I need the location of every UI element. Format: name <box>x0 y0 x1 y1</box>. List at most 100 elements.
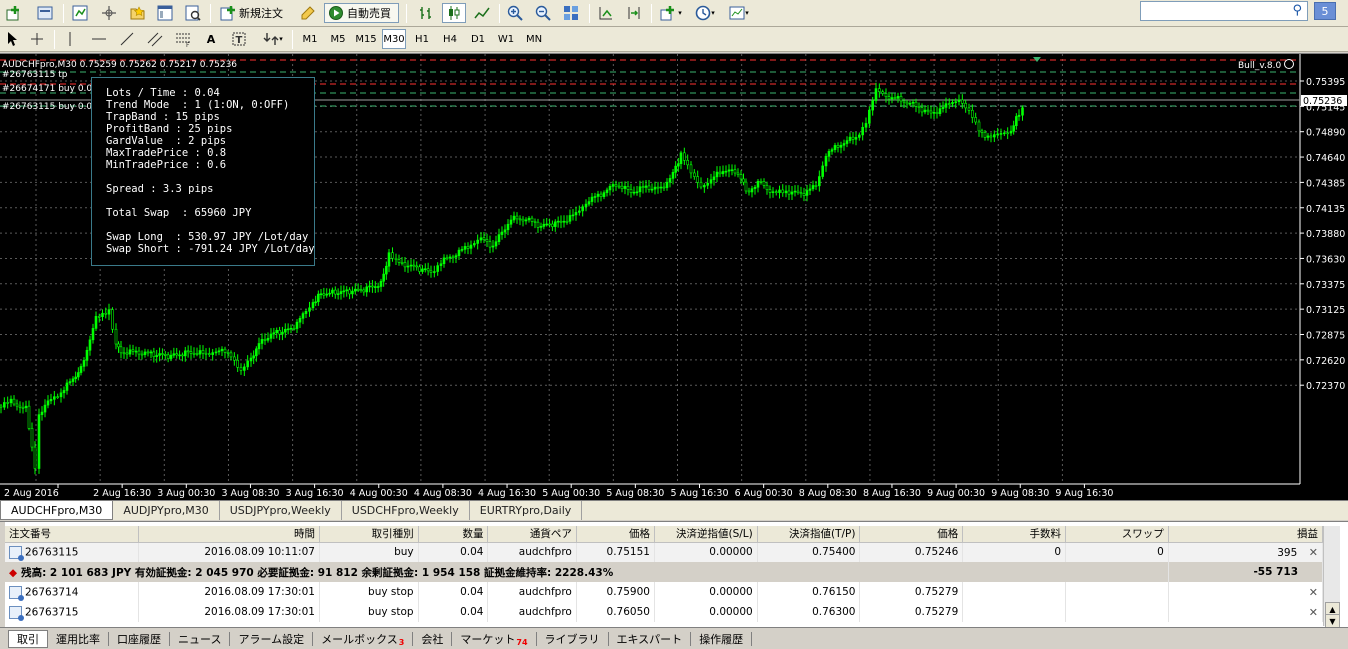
close-order-icon[interactable]: ✕ <box>1309 606 1318 619</box>
price-tick-label: 0.72875 <box>1306 331 1345 342</box>
terminal-tab[interactable]: 操作履歴 <box>691 631 753 646</box>
chart-tab[interactable]: AUDJPYpro,M30 <box>113 501 220 520</box>
candle-body <box>33 446 37 469</box>
search-icon[interactable]: ⚲ <box>1292 3 1302 18</box>
candle-body <box>488 241 492 248</box>
candle-body <box>445 257 449 260</box>
notification-badge[interactable]: 5 <box>1314 2 1336 20</box>
navigator-icon[interactable] <box>126 3 148 23</box>
candle-body <box>114 328 118 345</box>
fibonacci-icon[interactable]: F <box>172 29 194 49</box>
terminal-tab[interactable]: 運用比率 <box>48 631 109 646</box>
candle-body <box>204 352 208 355</box>
column-header[interactable]: 損益 <box>1168 526 1324 543</box>
chart-tab[interactable]: USDJPYpro,Weekly <box>220 501 342 520</box>
chart-shift-icon[interactable] <box>622 3 646 23</box>
auto-trade-button[interactable]: 自動売買 <box>324 3 399 23</box>
terminal-tab[interactable]: 会社 <box>413 631 453 646</box>
column-header[interactable]: 価格 <box>859 526 964 543</box>
column-header[interactable]: 価格 <box>576 526 655 543</box>
column-header[interactable]: 時間 <box>138 526 320 543</box>
close-order-icon[interactable]: ✕ <box>1309 586 1318 599</box>
timeframe-m5-button[interactable]: M5 <box>326 29 350 49</box>
candle-body <box>457 249 461 256</box>
timeframe-mn-button[interactable]: MN <box>522 29 546 49</box>
terminal-tab[interactable]: ニュース <box>170 631 231 646</box>
crosshair-move-icon[interactable] <box>98 3 120 23</box>
candle-body <box>587 201 591 205</box>
arrows-icon[interactable]: ▾ <box>258 29 288 49</box>
new-chart-icon[interactable] <box>2 3 28 23</box>
terminal-tab[interactable]: 取引 <box>8 629 48 648</box>
terminal-tab[interactable]: メールボックス 3 <box>313 631 414 647</box>
candle-body <box>653 186 657 190</box>
table-row[interactable]: 26763115 2016.08.09 10:11:07 buy 0.04 audchf… <box>5 542 1324 562</box>
timeframe-d1-button[interactable]: D1 <box>466 29 490 49</box>
candle-body <box>629 189 633 193</box>
candle-body <box>565 220 569 223</box>
line-chart-icon[interactable] <box>470 3 494 23</box>
vertical-line-icon[interactable] <box>60 29 80 49</box>
close-order-icon[interactable]: ✕ <box>1305 546 1318 559</box>
column-header[interactable]: 取引種別 <box>319 526 419 543</box>
timeframe-h1-button[interactable]: H1 <box>410 29 434 49</box>
crosshair-icon[interactable] <box>26 29 48 49</box>
chart-tab[interactable]: USDCHFpro,Weekly <box>342 501 470 520</box>
candle-body <box>938 108 942 114</box>
terminal-tab[interactable]: アラーム設定 <box>230 631 314 646</box>
candle-body <box>920 107 924 113</box>
timeframe-h4-button[interactable]: H4 <box>438 29 462 49</box>
terminal-icon[interactable] <box>154 3 176 23</box>
tester-icon[interactable] <box>182 3 204 23</box>
timeframe-m15-button[interactable]: M15 <box>354 29 378 49</box>
zoom-in-icon[interactable] <box>503 3 527 23</box>
table-row[interactable]: 26763715 2016.08.09 17:30:01 buy stop 0.04 a… <box>5 602 1324 622</box>
chart-tab[interactable]: AUDCHFpro,M30 <box>0 501 114 520</box>
column-header[interactable]: 手数料 <box>962 526 1067 543</box>
periods-icon[interactable]: ▾ <box>690 3 720 23</box>
column-header[interactable]: 通貨ペア <box>487 526 577 543</box>
terminal-tab[interactable]: マーケット 74 <box>452 631 537 647</box>
column-header[interactable]: スワップ <box>1065 526 1169 543</box>
timeframe-m30-button[interactable]: M30 <box>382 29 406 49</box>
text-label-icon[interactable]: T <box>228 29 250 49</box>
column-header[interactable]: 決済逆指値(S/L) <box>654 526 758 543</box>
info-line <box>106 219 300 231</box>
terminal-tab[interactable]: ライブラリ <box>537 631 609 646</box>
column-header[interactable]: 数量 <box>418 526 489 543</box>
profiles-icon[interactable] <box>33 3 59 23</box>
zoom-out-icon[interactable] <box>531 3 555 23</box>
column-header[interactable]: 注文番号 <box>5 526 140 543</box>
candle-body <box>403 262 407 268</box>
search-input[interactable]: ⚲ <box>1140 1 1308 21</box>
candle-body <box>101 312 104 317</box>
timeframe-m1-button[interactable]: M1 <box>298 29 322 49</box>
trendline-icon[interactable] <box>116 29 138 49</box>
timeframe-w1-button[interactable]: W1 <box>494 29 518 49</box>
cursor-icon[interactable] <box>2 29 22 49</box>
column-header[interactable]: 決済指値(T/P) <box>757 526 861 543</box>
metaeditor-icon[interactable] <box>296 3 320 23</box>
new-order-button[interactable]: 新規注文 <box>216 3 292 23</box>
table-row[interactable]: 26763714 2016.08.09 17:30:01 buy stop 0.04 a… <box>5 582 1324 602</box>
chart-tab[interactable]: EURTRYpro,Daily <box>470 501 583 520</box>
candle-body <box>21 407 25 409</box>
terminal-tab[interactable]: エキスパート <box>609 631 692 646</box>
candle-body <box>893 97 897 99</box>
bar-chart-icon[interactable] <box>414 3 438 23</box>
candle-body <box>128 349 132 355</box>
market-watch-icon[interactable] <box>69 3 91 23</box>
indicators-icon[interactable]: ▾ <box>656 3 686 23</box>
candle-body <box>169 354 173 359</box>
autoscroll-icon[interactable] <box>594 3 618 23</box>
horizontal-line-icon[interactable] <box>88 29 110 49</box>
price-chart[interactable]: 0.75395 0.75145 0.74890 0.74640 0.74385 0.741… <box>0 53 1348 501</box>
text-icon[interactable]: A <box>200 29 222 49</box>
equidistant-channel-icon[interactable] <box>144 29 166 49</box>
terminal-tab[interactable]: 口座履歴 <box>109 631 170 646</box>
templates-icon[interactable]: ▾ <box>724 3 754 23</box>
vertical-scrollbar[interactable]: ▲ ▼ <box>1323 526 1340 629</box>
candlestick-chart-icon[interactable] <box>442 3 466 23</box>
tile-windows-icon[interactable] <box>559 3 583 23</box>
open-cell: 0.76050 <box>576 602 655 622</box>
